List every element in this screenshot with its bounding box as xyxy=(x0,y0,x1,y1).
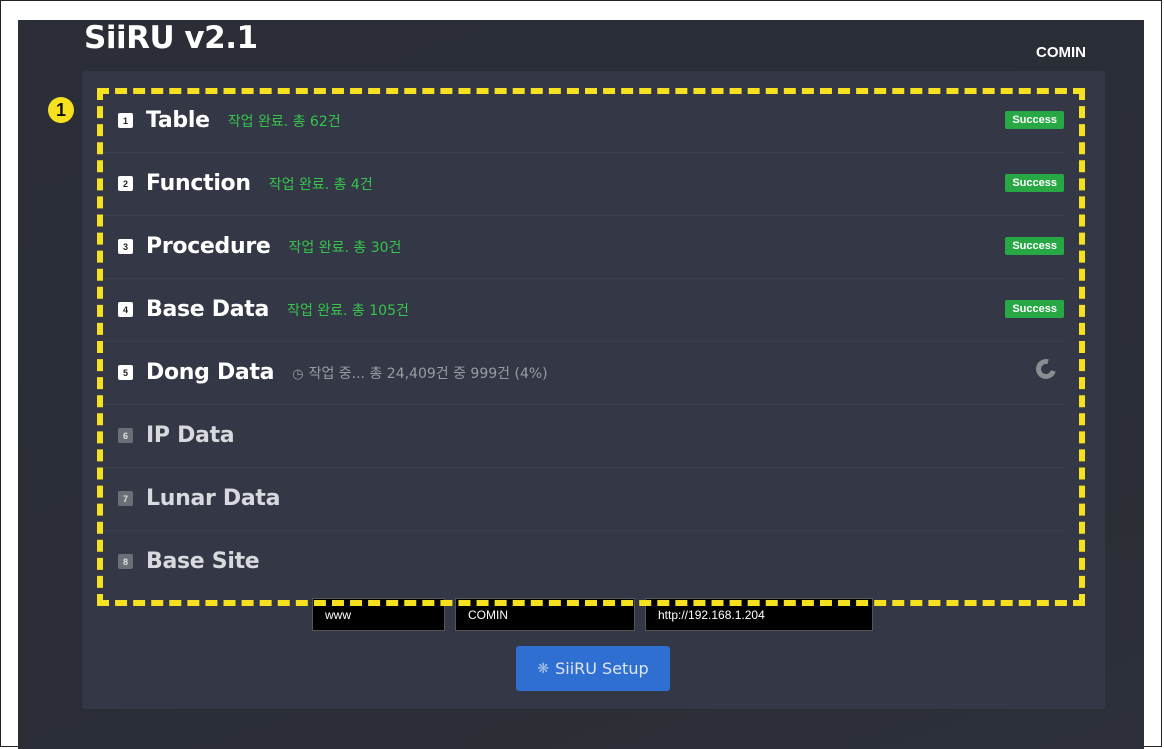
success-badge: Success xyxy=(1005,300,1064,318)
step-number: 3 xyxy=(118,239,133,254)
step-row-dong-data: 5 Dong Data ◷ 작업 중... 총 24,409건 중 999건 (4… xyxy=(100,341,1064,405)
step-status: 작업 완료. 총 62건 xyxy=(227,113,341,130)
step-row-table: 1 Table 작업 완료. 총 62건 Success xyxy=(100,89,1064,153)
step-name: Function xyxy=(146,171,251,196)
step-status: 작업 완료. 총 105건 xyxy=(287,302,409,319)
success-badge: Success xyxy=(1005,237,1064,255)
step-name: Dong Data xyxy=(146,360,275,385)
app-title: SiiRU v2.1 xyxy=(84,20,258,56)
step-number: 1 xyxy=(118,113,133,128)
step-number: 8 xyxy=(118,554,133,569)
step-number: 2 xyxy=(118,176,133,191)
step-name: Base Data xyxy=(146,297,270,322)
step-status: ◷ 작업 중... 총 24,409건 중 999건 (4%) xyxy=(292,363,547,383)
step-number: 6 xyxy=(118,428,133,443)
step-status: 작업 완료. 총 30건 xyxy=(288,239,402,256)
clock-icon: ◷ xyxy=(292,366,304,382)
step-name: Table xyxy=(146,108,210,133)
loading-spinner-icon xyxy=(1032,355,1060,383)
gear-icon: ❋ xyxy=(537,660,550,677)
step-name: IP Data xyxy=(146,423,235,448)
step-row-function: 2 Function 작업 완료. 총 4건 Success xyxy=(100,152,1064,216)
setup-button-label: SiiRU Setup xyxy=(555,659,649,678)
server-url-field[interactable]: http://192.168.1.204 xyxy=(645,598,873,631)
step-name: Procedure xyxy=(146,234,271,259)
company-field[interactable]: COMIN xyxy=(455,598,635,631)
step-row-base-site: 8 Base Site xyxy=(100,530,1064,593)
step-number: 4 xyxy=(118,302,133,317)
step-name: Lunar Data xyxy=(146,486,281,511)
setup-button[interactable]: ❋ SiiRU Setup xyxy=(516,646,670,691)
step-status: 작업 완료. 총 4건 xyxy=(268,176,373,193)
step-row-base-data: 4 Base Data 작업 완료. 총 105건 Success xyxy=(100,278,1064,342)
success-badge: Success xyxy=(1005,111,1064,129)
step-row-procedure: 3 Procedure 작업 완료. 총 30건 Success xyxy=(100,215,1064,279)
step-number: 5 xyxy=(118,365,133,380)
success-badge: Success xyxy=(1005,174,1064,192)
step-number: 7 xyxy=(118,491,133,506)
step-name: Base Site xyxy=(146,549,260,574)
step-status-text: 작업 중... 총 24,409건 중 999건 (4%) xyxy=(308,365,548,382)
annotation-marker: 1 xyxy=(48,97,74,123)
site-field[interactable]: www xyxy=(312,598,445,631)
step-row-ip-data: 6 IP Data xyxy=(100,404,1064,468)
step-row-lunar-data: 7 Lunar Data xyxy=(100,467,1064,531)
user-name: COMIN xyxy=(1036,44,1086,61)
